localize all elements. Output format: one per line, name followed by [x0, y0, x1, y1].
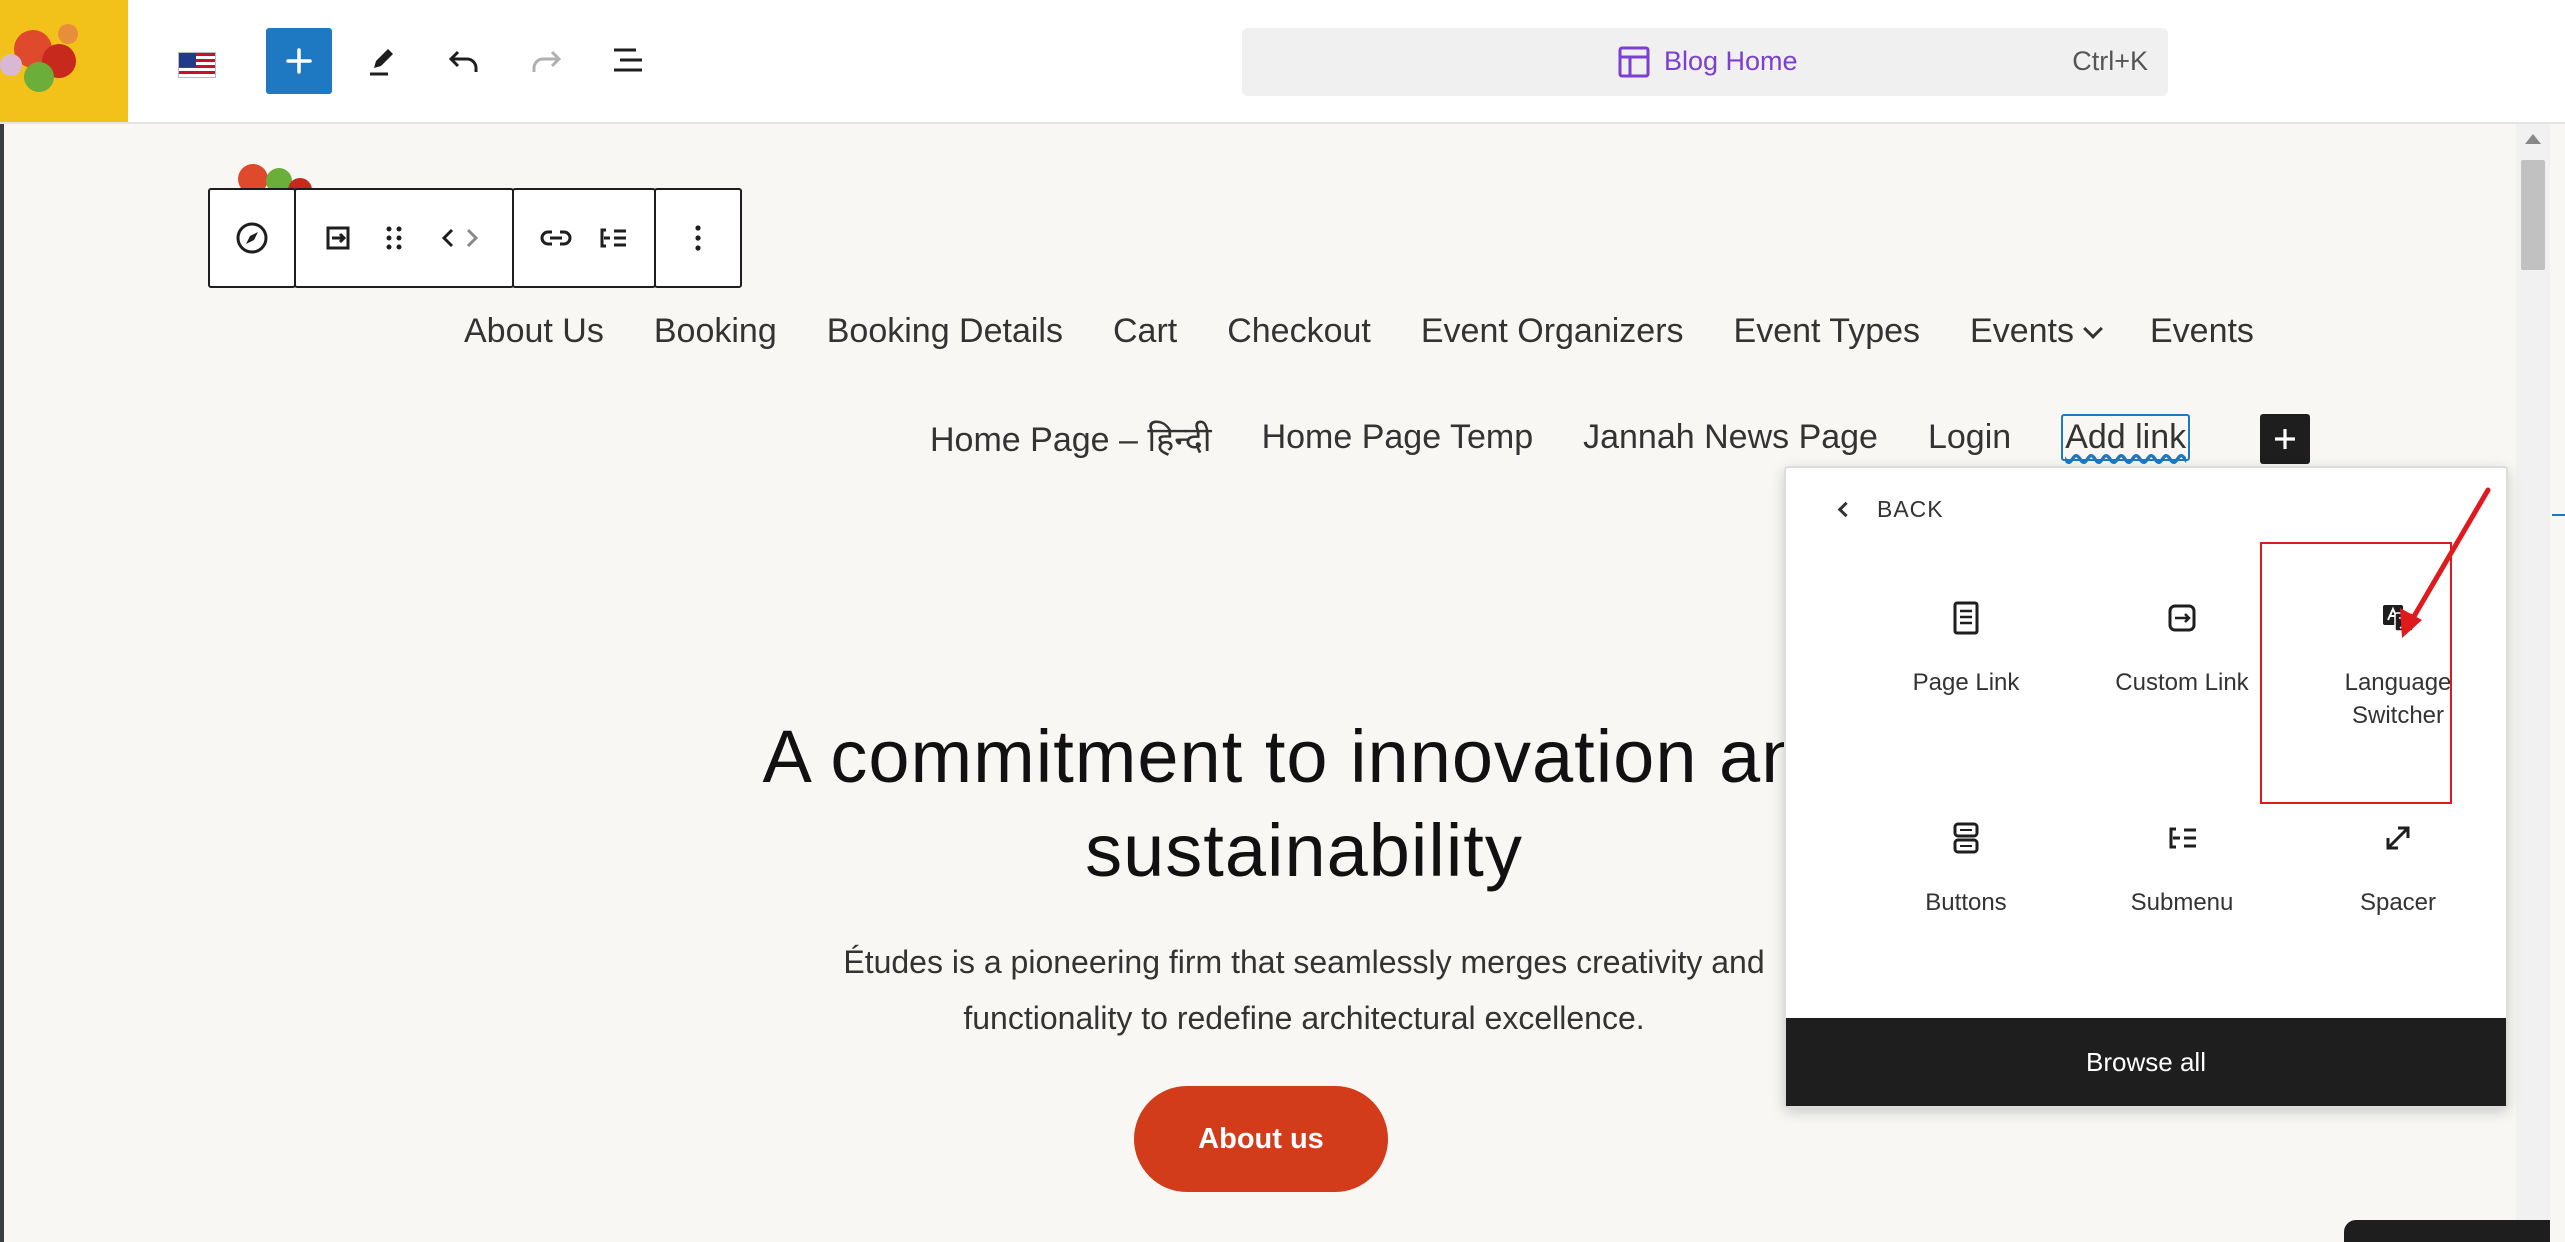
nav-item-event-organizers[interactable]: Event Organizers [1421, 312, 1684, 351]
more-options-button[interactable] [670, 208, 726, 268]
back-label: BACK [1877, 496, 1944, 522]
redo-button[interactable] [514, 28, 578, 92]
custom-link-icon [326, 226, 350, 250]
spacer-icon [2386, 826, 2410, 850]
chevron-left-icon [1837, 501, 1854, 518]
document-overview-button[interactable] [596, 28, 660, 92]
back-button[interactable]: BACK [1837, 496, 1944, 523]
list-view-icon [614, 48, 642, 72]
block-options-group [654, 188, 742, 288]
plus-icon [286, 48, 312, 74]
site-logo[interactable] [0, 0, 128, 122]
hero-paragraph[interactable]: Études is a pioneering firm that seamles… [704, 934, 1904, 1046]
nav-item-booking-details[interactable]: Booking Details [827, 312, 1063, 351]
block-type-group [208, 188, 296, 288]
nav-item-login[interactable]: Login [1928, 418, 2011, 457]
document-title: Blog Home [1664, 46, 1798, 76]
template-icon [1618, 46, 1650, 78]
nav-item-cart[interactable]: Cart [1113, 312, 1177, 351]
nav-item-checkout[interactable]: Checkout [1227, 312, 1371, 351]
document-command-bar[interactable]: Blog Home Ctrl+K [1242, 28, 2168, 96]
annotation-arrow-icon [2400, 487, 2491, 638]
nav-item-events-submenu[interactable]: Events [1970, 312, 2103, 351]
block-link-group [512, 188, 656, 288]
scrollbar-thumb[interactable] [2521, 160, 2545, 270]
browse-all-button[interactable]: Browse all [1786, 1018, 2506, 1106]
block-inserter-button[interactable] [266, 28, 332, 94]
custom-link-icon [2168, 604, 2196, 632]
nav-item-booking[interactable]: Booking [654, 312, 777, 351]
link-button[interactable] [528, 208, 584, 268]
add-link-input[interactable]: Add link [2061, 414, 2191, 461]
page-link-option[interactable]: Page Link [1858, 548, 2074, 748]
submenu-label: Submenu [2130, 889, 2234, 916]
scroll-up-arrow-icon[interactable] [2525, 134, 2541, 144]
nav-item-about-us[interactable]: About Us [464, 312, 604, 351]
plus-icon [2275, 429, 2295, 449]
drag-handle-icon [386, 226, 402, 250]
link-icon [540, 230, 572, 246]
custom-link-option[interactable]: Custom Link [2074, 548, 2290, 748]
navigation-block-button[interactable] [224, 208, 280, 268]
nav-item-jannah-news-page[interactable]: Jannah News Page [1583, 418, 1878, 457]
nav-item-events-label: Events [1970, 312, 2074, 350]
add-block-button[interactable] [2260, 414, 2310, 464]
buttons-icon [1953, 822, 1979, 854]
drag-handle[interactable] [366, 208, 422, 268]
redo-icon [532, 50, 562, 72]
navigation-menu-row-2: Home Page – हिन्दी Home Page Temp Jannah… [930, 414, 2191, 461]
nav-item-home-page-temp[interactable]: Home Page Temp [1262, 418, 1534, 457]
hero-heading-line-1: A commitment to innovation and [762, 715, 1846, 798]
canvas-scrollbar[interactable] [2516, 124, 2550, 1242]
about-us-button[interactable]: About us [1134, 1086, 1388, 1192]
undo-button[interactable] [432, 28, 496, 92]
submenu-icon [600, 228, 626, 248]
add-submenu-button[interactable] [584, 208, 640, 268]
snackbar-edge [2344, 1220, 2550, 1242]
submenu-icon [2169, 827, 2196, 849]
more-vertical-icon [695, 225, 701, 251]
hero-paragraph-line-1: Études is a pioneering firm that seamles… [843, 944, 1765, 980]
block-move-group [294, 188, 514, 288]
block-toolbar [208, 188, 742, 288]
custom-link-label: Custom Link [2115, 669, 2249, 696]
navigation-menu-row-1: About Us Booking Booking Details Cart Ch… [464, 312, 2254, 351]
right-panel-edge [2550, 124, 2565, 1242]
tools-button[interactable] [350, 28, 414, 92]
hero-heading-line-2: sustainability [1085, 809, 1523, 892]
custom-link-block-button[interactable] [310, 208, 366, 268]
hero-paragraph-line-2: functionality to redefine architectural … [963, 1000, 1645, 1036]
nav-item-event-types[interactable]: Event Types [1734, 312, 1921, 351]
submenu-option[interactable]: Submenu [2074, 768, 2290, 968]
page-link-label: Page Link [1912, 669, 2020, 696]
buttons-label: Buttons [1925, 889, 2007, 916]
keyboard-shortcut: Ctrl+K [2072, 46, 2148, 76]
chevron-down-icon [2083, 319, 2103, 339]
editor-window: Blog Home Ctrl+K About Us Booking Bookin… [0, 0, 2565, 1242]
page-icon [1953, 601, 1979, 635]
spacer-label: Spacer [2359, 889, 2437, 916]
buttons-option[interactable]: Buttons [1858, 768, 2074, 968]
nav-item-events[interactable]: Events [2150, 312, 2254, 351]
move-left-right-buttons[interactable] [422, 208, 498, 268]
pencil-icon [370, 49, 393, 76]
chevron-left-right-icon [441, 228, 479, 248]
editor-top-toolbar: Blog Home Ctrl+K [0, 0, 2565, 124]
hero-heading[interactable]: A commitment to innovation and sustainab… [644, 710, 1964, 898]
us-flag-icon[interactable] [178, 52, 216, 78]
undo-icon [448, 50, 478, 72]
nav-item-home-page-hindi[interactable]: Home Page – हिन्दी [930, 415, 1212, 461]
compass-icon [236, 222, 268, 254]
edge-indicator [2552, 514, 2565, 516]
